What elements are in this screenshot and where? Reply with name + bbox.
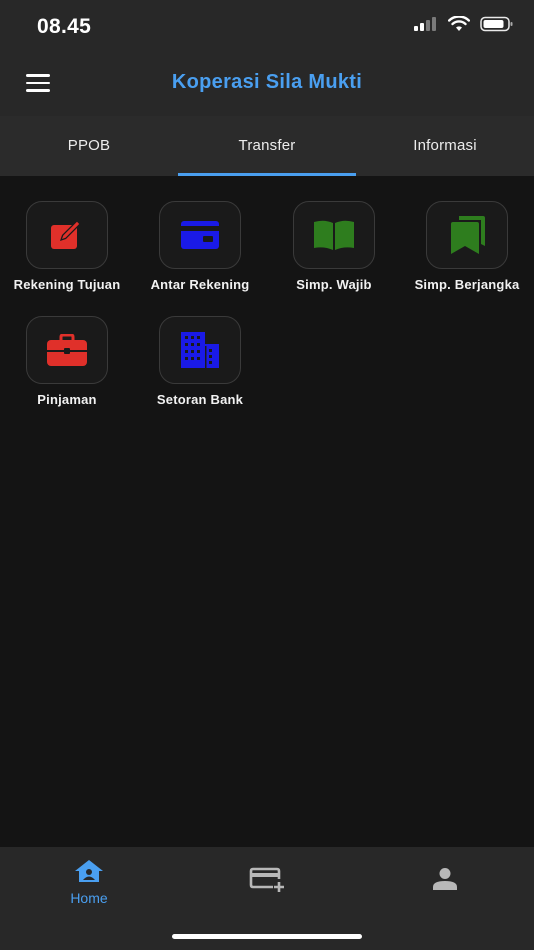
home-icon: [75, 860, 103, 882]
menu-item-label: Pinjaman: [37, 392, 97, 407]
menu-item-rekening-tujuan[interactable]: Rekening Tujuan: [0, 201, 134, 292]
nav-home[interactable]: Home: [29, 859, 149, 906]
menu-item-label: Rekening Tujuan: [13, 277, 121, 292]
nav-profile[interactable]: [385, 867, 505, 896]
app-title: Koperasi Sila Mukti: [171, 71, 363, 93]
tab-bar: PPOB Transfer Informasi: [0, 116, 534, 176]
wifi-icon: [448, 16, 470, 31]
tab-transfer[interactable]: Transfer: [178, 116, 356, 176]
bookmarks-icon: [451, 216, 485, 254]
nav-add-card[interactable]: [207, 867, 327, 898]
open-book-icon: [314, 220, 354, 250]
status-bar: 08.45: [0, 0, 534, 54]
menu-item-label: Simp. Wajib: [296, 277, 372, 292]
tab-informasi[interactable]: Informasi: [356, 116, 534, 176]
menu-item-simp-berjangka[interactable]: Simp. Berjangka: [400, 201, 534, 292]
menu-item-antar-rekening[interactable]: Antar Rekening: [133, 201, 267, 292]
menu-item-pinjaman[interactable]: Pinjaman: [0, 316, 134, 407]
menu-item-simp-wajib[interactable]: Simp. Wajib: [267, 201, 401, 292]
menu-item-setoran-bank[interactable]: Setoran Bank: [133, 316, 267, 407]
tab-ppob[interactable]: PPOB: [0, 116, 178, 176]
menu-item-label: Simp. Berjangka: [414, 277, 520, 292]
signal-icon: [414, 17, 436, 31]
menu-item-label: Antar Rekening: [150, 277, 250, 292]
battery-icon: [480, 16, 513, 32]
edit-square-icon: [51, 220, 81, 249]
home-indicator: [172, 934, 362, 939]
credit-card-icon: [181, 221, 219, 249]
person-icon: [433, 868, 457, 890]
status-time: 08.45: [37, 15, 92, 38]
menu-item-label: Setoran Bank: [156, 392, 244, 407]
app-bar: Koperasi Sila Mukti: [0, 54, 534, 116]
add-card-icon: [249, 867, 284, 892]
status-icons: [414, 16, 514, 32]
building-icon: [181, 332, 219, 368]
briefcase-icon: [47, 334, 87, 366]
nav-home-label: Home: [70, 890, 108, 906]
